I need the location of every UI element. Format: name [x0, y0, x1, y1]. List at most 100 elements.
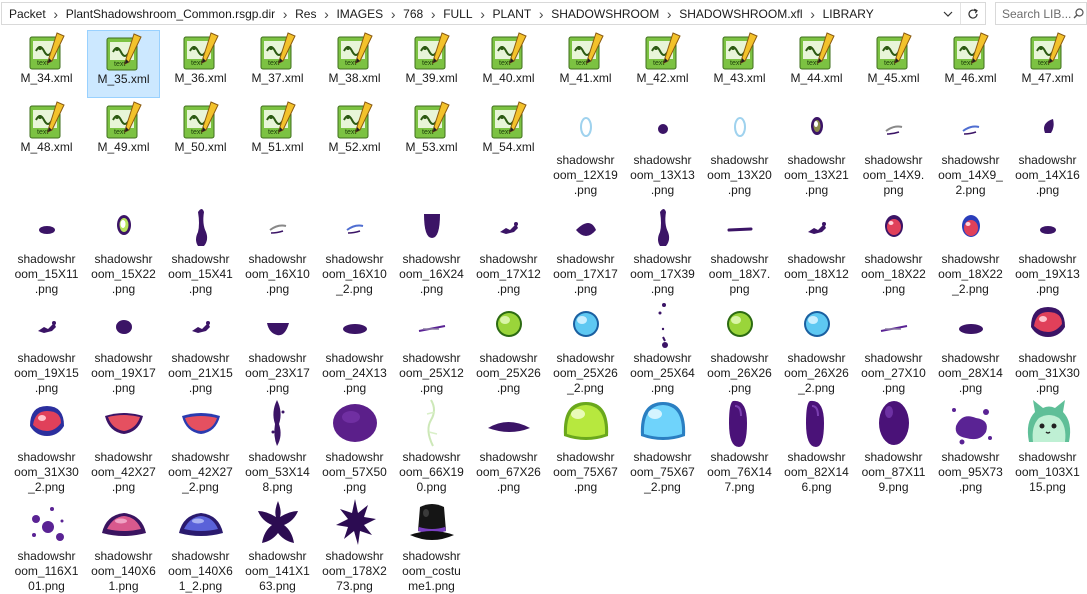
file-item-xml[interactable]: text M_47.xml	[1011, 30, 1084, 98]
file-item-png[interactable]: shadowshr oom_31X30 _2.png	[10, 396, 83, 494]
file-item-png[interactable]: shadowshr oom_costu me1.png	[395, 495, 468, 593]
breadcrumb-separator-icon[interactable]	[475, 6, 491, 22]
file-item-png[interactable]: shadowshr oom_53X14 8.png	[241, 396, 314, 494]
file-item-png[interactable]: shadowshr oom_15X11 .png	[10, 198, 83, 296]
search-icon[interactable]	[1071, 8, 1086, 19]
breadcrumb-item[interactable]: PlantShadowshroom_Common.rsgp.dir	[64, 7, 277, 21]
file-item-png[interactable]: shadowshr oom_26X26 _2.png	[780, 297, 853, 395]
file-item-png[interactable]: shadowshr oom_14X9_ 2.png	[934, 99, 1007, 197]
breadcrumb-item[interactable]: Packet	[7, 7, 48, 21]
file-item-png[interactable]: shadowshr oom_24X13 .png	[318, 297, 391, 395]
file-item-png[interactable]: shadowshr oom_18X22 .png	[857, 198, 930, 296]
breadcrumb-separator-icon[interactable]	[318, 6, 334, 22]
breadcrumb-item[interactable]: Res	[293, 7, 318, 21]
address-bar[interactable]: Packet PlantShadowshroom_Common.rsgp.dir R…	[1, 2, 986, 25]
breadcrumb-separator-icon[interactable]	[48, 6, 64, 22]
file-item-png[interactable]: shadowshr oom_19X15 .png	[10, 297, 83, 395]
file-item-xml[interactable]: text M_36.xml	[164, 30, 237, 98]
file-item-png[interactable]: shadowshr oom_103X1 15.png	[1011, 396, 1084, 494]
file-item-png[interactable]: shadowshr oom_21X15 .png	[164, 297, 237, 395]
file-item-png[interactable]: shadowshr oom_42X27 _2.png	[164, 396, 237, 494]
file-item-png[interactable]: shadowshr oom_14X16 .png	[1011, 99, 1084, 197]
file-item-png[interactable]: shadowshr oom_23X17 .png	[241, 297, 314, 395]
file-item-png[interactable]: shadowshr oom_13X20 .png	[703, 99, 776, 197]
breadcrumb-item[interactable]: SHADOWSHROOM	[549, 7, 661, 21]
file-item-png[interactable]: shadowshr oom_178X2 73.png	[318, 495, 391, 593]
file-item-png[interactable]: shadowshr oom_18X7. png	[703, 198, 776, 296]
file-item-png[interactable]: shadowshr oom_25X12 .png	[395, 297, 468, 395]
file-item-xml[interactable]: text M_49.xml	[87, 99, 160, 167]
file-item-png[interactable]: shadowshr oom_18X22 _2.png	[934, 198, 1007, 296]
file-item-xml[interactable]: text M_35.xml	[87, 30, 160, 98]
file-item-png[interactable]: shadowshr oom_17X17 .png	[549, 198, 622, 296]
file-item-png[interactable]: shadowshr oom_67X26 .png	[472, 396, 545, 494]
file-item-png[interactable]: shadowshr oom_25X26 _2.png	[549, 297, 622, 395]
file-item-png[interactable]: shadowshr oom_87X11 9.png	[857, 396, 930, 494]
file-item-png[interactable]: shadowshr oom_42X27 .png	[87, 396, 160, 494]
file-item-xml[interactable]: text M_40.xml	[472, 30, 545, 98]
file-item-xml[interactable]: text M_51.xml	[241, 99, 314, 167]
file-item-png[interactable]: shadowshr oom_16X10 .png	[241, 198, 314, 296]
file-item-png[interactable]: shadowshr oom_66X19 0.png	[395, 396, 468, 494]
file-item-png[interactable]: shadowshr oom_19X17 .png	[87, 297, 160, 395]
file-item-png[interactable]: shadowshr oom_76X14 7.png	[703, 396, 776, 494]
file-item-xml[interactable]: text M_45.xml	[857, 30, 930, 98]
file-item-png[interactable]: shadowshr oom_26X26 .png	[703, 297, 776, 395]
breadcrumb-item[interactable]: LIBRARY	[821, 7, 876, 21]
file-item-png[interactable]: shadowshr oom_19X13 .png	[1011, 198, 1084, 296]
breadcrumb-separator-icon[interactable]	[661, 6, 677, 22]
file-item-png[interactable]: shadowshr oom_82X14 6.png	[780, 396, 853, 494]
file-item-png[interactable]: shadowshr oom_17X12 .png	[472, 198, 545, 296]
chevron-down-icon[interactable]	[936, 3, 960, 24]
file-item-png[interactable]: shadowshr oom_140X6 1_2.png	[164, 495, 237, 593]
file-item-xml[interactable]: text M_52.xml	[318, 99, 391, 167]
file-item-png[interactable]: shadowshr oom_17X39 .png	[626, 198, 699, 296]
file-item-xml[interactable]: text M_38.xml	[318, 30, 391, 98]
file-item-png[interactable]: shadowshr oom_31X30 .png	[1011, 297, 1084, 395]
file-item-xml[interactable]: text M_48.xml	[10, 99, 83, 167]
breadcrumb-separator-icon[interactable]	[385, 6, 401, 22]
file-item-png[interactable]: shadowshr oom_57X50 .png	[318, 396, 391, 494]
file-item-xml[interactable]: text M_46.xml	[934, 30, 1007, 98]
file-item-png[interactable]: shadowshr oom_140X6 1.png	[87, 495, 160, 593]
file-item-xml[interactable]: text M_39.xml	[395, 30, 468, 98]
file-item-png[interactable]: shadowshr oom_75X67 _2.png	[626, 396, 699, 494]
file-item-png[interactable]: shadowshr oom_12X19 .png	[549, 99, 622, 197]
breadcrumb-item[interactable]: IMAGES	[334, 7, 385, 21]
file-item-xml[interactable]: text M_43.xml	[703, 30, 776, 98]
file-item-xml[interactable]: text M_53.xml	[395, 99, 468, 167]
breadcrumb-separator-icon[interactable]	[425, 6, 441, 22]
breadcrumb-item[interactable]: SHADOWSHROOM.xfl	[677, 7, 804, 21]
file-item-png[interactable]: shadowshr oom_27X10 .png	[857, 297, 930, 395]
file-item-png[interactable]: shadowshr oom_13X13 .png	[626, 99, 699, 197]
search-input[interactable]: Search LIB...	[995, 2, 1087, 25]
file-item-xml[interactable]: text M_41.xml	[549, 30, 622, 98]
file-item-xml[interactable]: text M_34.xml	[10, 30, 83, 98]
file-item-png[interactable]: shadowshr oom_116X1 01.png	[10, 495, 83, 593]
file-item-png[interactable]: shadowshr oom_16X10 _2.png	[318, 198, 391, 296]
file-item-xml[interactable]: text M_37.xml	[241, 30, 314, 98]
file-item-xml[interactable]: text M_42.xml	[626, 30, 699, 98]
breadcrumb-separator-icon[interactable]	[533, 6, 549, 22]
file-item-xml[interactable]: text M_50.xml	[164, 99, 237, 167]
file-item-png[interactable]: shadowshr oom_15X22 .png	[87, 198, 160, 296]
file-item-png[interactable]: shadowshr oom_75X67 .png	[549, 396, 622, 494]
file-item-png[interactable]: shadowshr oom_14X9. png	[857, 99, 930, 197]
file-item-png[interactable]: shadowshr oom_95X73 .png	[934, 396, 1007, 494]
file-item-png[interactable]: shadowshr oom_25X26 .png	[472, 297, 545, 395]
breadcrumb-separator-icon[interactable]	[805, 6, 821, 22]
breadcrumb-item[interactable]: 768	[401, 7, 425, 21]
file-item-png[interactable]: shadowshr oom_13X21 .png	[780, 99, 853, 197]
file-item-png[interactable]: shadowshr oom_28X14 .png	[934, 297, 1007, 395]
refresh-icon[interactable]	[960, 3, 985, 24]
file-item-png[interactable]: shadowshr oom_141X1 63.png	[241, 495, 314, 593]
breadcrumb-item[interactable]: FULL	[441, 7, 474, 21]
breadcrumb-item[interactable]: PLANT	[491, 7, 534, 21]
file-item-png[interactable]: shadowshr oom_18X12 .png	[780, 198, 853, 296]
breadcrumb-separator-icon[interactable]	[277, 6, 293, 22]
file-item-xml[interactable]: text M_44.xml	[780, 30, 853, 98]
file-item-png[interactable]: shadowshr oom_15X41 .png	[164, 198, 237, 296]
file-item-png[interactable]: shadowshr oom_16X24 .png	[395, 198, 468, 296]
file-item-png[interactable]: shadowshr oom_25X64 .png	[626, 297, 699, 395]
file-item-xml[interactable]: text M_54.xml	[472, 99, 545, 167]
